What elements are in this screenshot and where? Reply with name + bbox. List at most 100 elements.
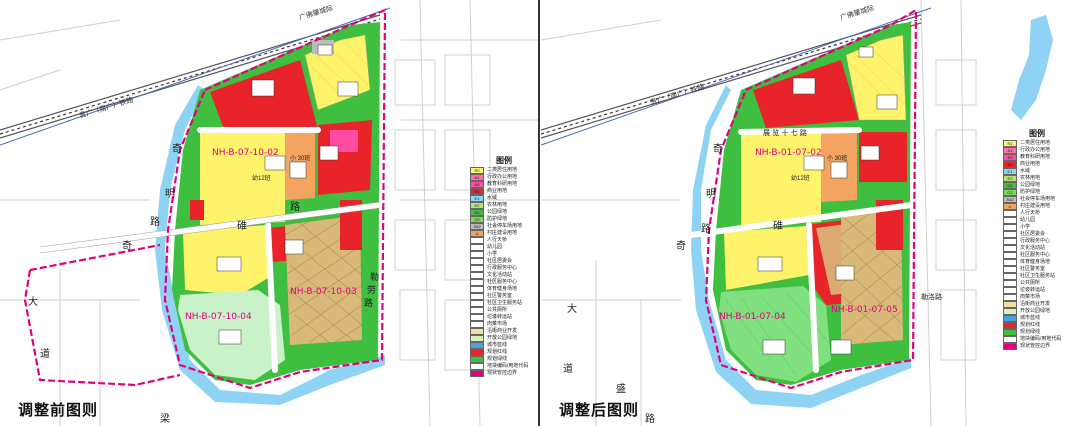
legend-label: 现状管控边界 (1020, 343, 1051, 349)
legend-label: 教育科研用地 (1020, 154, 1051, 160)
legend-item: 城市蓝线 (1003, 315, 1071, 322)
school-label: 小 30班 (827, 156, 848, 162)
legend-swatch: G2 (470, 216, 484, 223)
legend-label: 肉菜市场 (487, 321, 508, 327)
plan-id-2: NH-B-07-10-03 (290, 287, 357, 297)
legend-swatch (1003, 266, 1017, 273)
legend-item: 文化活动站 (470, 272, 538, 279)
legend-label: 水域 (487, 195, 498, 201)
legend-swatch (470, 251, 484, 258)
legend-label: 幼儿园 (1020, 217, 1036, 223)
legend-label: 社区警务室 (487, 293, 513, 299)
legend-item: G1 公园绿地 (1003, 182, 1071, 189)
road-char: 劳 (367, 286, 377, 296)
legend-item: B1 商业用地 (1003, 161, 1071, 168)
legend-label: 小学 (1020, 224, 1031, 230)
legend-item: 开放公园绿地 (1003, 308, 1071, 315)
legend-label: 公园绿地 (1020, 182, 1041, 188)
legend-label: 农林用地 (1020, 175, 1041, 181)
legend-label: 社区服务中心 (1020, 252, 1051, 258)
legend-label: 教育科研用地 (487, 181, 518, 187)
legend-item: E2 农林用地 (1003, 175, 1071, 182)
legend-swatch (470, 321, 484, 328)
before-title: 调整前图则 (18, 401, 99, 419)
legend-label: 城市蓝线 (1020, 315, 1041, 321)
after-map: 贵广（南广）铁路 广佛肇城际 (541, 0, 1053, 426)
legend-item: 现状管控边界 (470, 370, 538, 377)
legend-label: 行政服务中心 (1020, 238, 1051, 244)
legend-item: 开放公园绿地 (470, 335, 538, 342)
legend-item: 城市蓝线 (470, 342, 538, 349)
legend-item: 社区服务中心 (1003, 252, 1071, 259)
legend-item: 垃圾转运站 (1003, 287, 1071, 294)
road-char: 道 (563, 364, 573, 375)
legend-item: A3 教育科研用地 (1003, 154, 1071, 161)
legend-swatch: S42 (470, 223, 484, 230)
legend-item: E2 农林用地 (470, 202, 538, 209)
legend-item: 人行天桥 (1003, 210, 1071, 217)
legend-label: 行政办公用地 (487, 174, 518, 180)
legend-swatch: R2 (1003, 140, 1017, 147)
legend-label: 人行天桥 (1020, 210, 1041, 216)
road-char: 明 (165, 189, 175, 200)
legend-swatch (1003, 217, 1017, 224)
legend-item: 人行天桥 (470, 237, 538, 244)
legend-item: E1 水域 (470, 195, 538, 202)
legend-items: R2 二类居住用地 A1 行政办公用地 A3 教育科研用地 B1 商业用地 E1 水域 E2 农林用地… (470, 167, 538, 377)
legend-label: 公园绿地 (487, 209, 508, 215)
legend-label: 社会停车场用地 (487, 223, 523, 229)
legend-item: 小学 (1003, 224, 1071, 231)
commercial-small (190, 200, 204, 220)
legend-item: 体育健身场地 (1003, 259, 1071, 266)
legend-swatch (1003, 322, 1017, 329)
legend-item: 社区卫生服务站 (470, 300, 538, 307)
legend-item: R2 二类居住用地 (1003, 140, 1071, 147)
legend-swatch (470, 356, 484, 363)
legend-swatch (470, 265, 484, 272)
legend-swatch (470, 363, 484, 370)
legend-label: 村庄建设用地 (1020, 203, 1051, 209)
legend-label: 体育健身场地 (487, 286, 518, 292)
legend-label: 体育健身场地 (1020, 259, 1051, 265)
legend-label: 肉菜市场 (1020, 294, 1041, 300)
legend-label: 商业用地 (487, 188, 508, 194)
road-char: 碓 (237, 221, 247, 232)
legend-swatch (1003, 315, 1017, 322)
legend-swatch: B1 (1003, 161, 1017, 168)
legend-item: 社区警务室 (470, 293, 538, 300)
legend-item: A1 行政办公用地 (470, 174, 538, 181)
legend-item: 行政服务中心 (470, 265, 538, 272)
legend-title: 图例 (496, 156, 512, 165)
before-map: 贵广（南广）铁路 广佛肇城际 (0, 0, 538, 426)
legend-item: G2 防护绿地 (470, 216, 538, 223)
legend-item: B1 商业用地 (470, 188, 538, 195)
legend-label: 行政办公用地 (1020, 147, 1051, 153)
legend-swatch: U (1003, 203, 1017, 210)
legend-label: 二类居住用地 (487, 167, 518, 173)
legend-items: R2 二类居住用地 A1 行政办公用地 A3 教育科研用地 B1 商业用地 E1 水域 E2 农林用地… (1003, 140, 1071, 350)
road-char: 路 (290, 202, 300, 213)
road-char: 路 (364, 299, 374, 309)
legend-item: 规划绿线 (1003, 329, 1071, 336)
legend-item: 现状管控边界 (1003, 343, 1071, 350)
road-char: 奇 (172, 144, 182, 155)
legend-swatch: E2 (1003, 175, 1017, 182)
after-title: 调整后图则 (559, 401, 640, 419)
legend-label: 社区居委会 (487, 258, 513, 264)
legend-swatch: A3 (1003, 154, 1017, 161)
legend-item: 体育健身场地 (470, 286, 538, 293)
legend-swatch: U (470, 230, 484, 237)
legend-label: 地块编码/用地代码 (1020, 336, 1062, 342)
road-char: 路 (701, 224, 711, 235)
legend-label: 文化活动站 (1020, 245, 1046, 251)
legend-swatch (470, 307, 484, 314)
legend-item: A3 教育科研用地 (470, 181, 538, 188)
legend-label: 地块编码/用地代码 (487, 363, 529, 369)
legend-swatch (1003, 308, 1017, 315)
legend-item: 行政服务中心 (1003, 238, 1071, 245)
plan-id-3: NH-B-07-10-04 (185, 312, 252, 322)
legend-item: 公共厕所 (470, 307, 538, 314)
legend-item: G2 防护绿地 (1003, 189, 1071, 196)
legend-swatch (1003, 238, 1017, 245)
legend-swatch (470, 300, 484, 307)
